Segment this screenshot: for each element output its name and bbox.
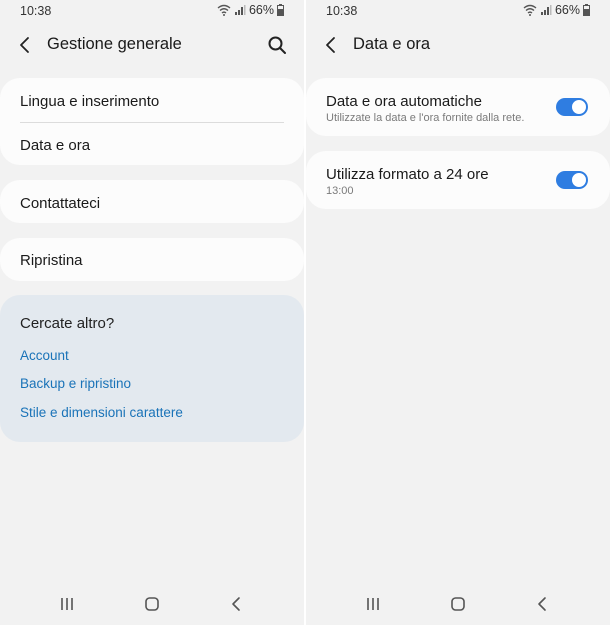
page-title: Data e ora bbox=[353, 35, 431, 53]
toggle-knob bbox=[571, 99, 587, 115]
wifi-icon bbox=[523, 4, 537, 16]
app-header: Gestione generale bbox=[0, 28, 304, 62]
status-icons: 66% bbox=[523, 3, 590, 17]
toggle-knob bbox=[571, 172, 587, 188]
back-icon[interactable] bbox=[320, 34, 342, 56]
battery-level: 66% bbox=[554, 3, 580, 17]
suggestions-title: Cercate altro? bbox=[20, 315, 115, 332]
app-header: Data e ora bbox=[306, 28, 610, 62]
reset-card[interactable]: Ripristina bbox=[0, 238, 304, 281]
link-backup-restore[interactable]: Backup e ripristino bbox=[20, 376, 131, 391]
format-24h-subtitle: 13:00 bbox=[326, 185, 354, 197]
signal-icon bbox=[234, 5, 246, 15]
link-account[interactable]: Account bbox=[20, 348, 69, 363]
auto-datetime-setting[interactable]: Data e ora automatiche Utilizzate la dat… bbox=[306, 78, 610, 136]
page-title: Gestione generale bbox=[47, 35, 182, 53]
status-icons: 66% bbox=[217, 3, 284, 17]
auto-datetime-subtitle: Utilizzate la data e l'ora fornite dalla… bbox=[326, 112, 525, 124]
date-time-screen: 10:38 66% Data e ora Data e ora automati… bbox=[306, 0, 610, 625]
wifi-icon bbox=[217, 4, 231, 16]
back-icon[interactable] bbox=[14, 34, 36, 56]
navigation-bar bbox=[0, 585, 304, 625]
auto-datetime-title: Data e ora automatiche bbox=[326, 93, 482, 110]
navigation-bar bbox=[306, 585, 610, 625]
recents-icon[interactable] bbox=[56, 593, 78, 615]
battery-icon bbox=[277, 4, 284, 16]
format-24h-toggle[interactable] bbox=[556, 171, 588, 189]
status-time: 10:38 bbox=[20, 4, 52, 18]
status-bar: 10:38 66% bbox=[0, 0, 304, 22]
battery-icon bbox=[583, 4, 590, 16]
home-icon[interactable] bbox=[141, 593, 163, 615]
status-bar: 10:38 66% bbox=[306, 0, 610, 22]
auto-datetime-toggle[interactable] bbox=[556, 98, 588, 116]
menu-item-reset[interactable]: Ripristina bbox=[20, 252, 83, 269]
format-24h-title: Utilizza formato a 24 ore bbox=[326, 166, 489, 183]
nav-back-icon[interactable] bbox=[532, 593, 554, 615]
settings-group: Lingua e inserimento Data e ora bbox=[0, 78, 304, 165]
menu-item-language-input[interactable]: Lingua e inserimento bbox=[20, 93, 159, 110]
general-management-screen: 10:38 66% Gestione generale Lingua e ins… bbox=[0, 0, 304, 625]
menu-item-contact[interactable]: Contattateci bbox=[20, 195, 100, 212]
format-24h-setting[interactable]: Utilizza formato a 24 ore 13:00 bbox=[306, 151, 610, 209]
home-icon[interactable] bbox=[447, 593, 469, 615]
search-icon[interactable] bbox=[266, 34, 288, 56]
signal-icon bbox=[540, 5, 552, 15]
contact-card[interactable]: Contattateci bbox=[0, 180, 304, 223]
suggestions-panel: Cercate altro? Account Backup e ripristi… bbox=[0, 295, 304, 442]
battery-level: 66% bbox=[248, 3, 274, 17]
nav-back-icon[interactable] bbox=[226, 593, 248, 615]
menu-item-date-time[interactable]: Data e ora bbox=[20, 137, 90, 154]
recents-icon[interactable] bbox=[362, 593, 384, 615]
status-time: 10:38 bbox=[326, 4, 358, 18]
link-font-style-size[interactable]: Stile e dimensioni carattere bbox=[20, 405, 183, 420]
divider bbox=[20, 122, 284, 123]
